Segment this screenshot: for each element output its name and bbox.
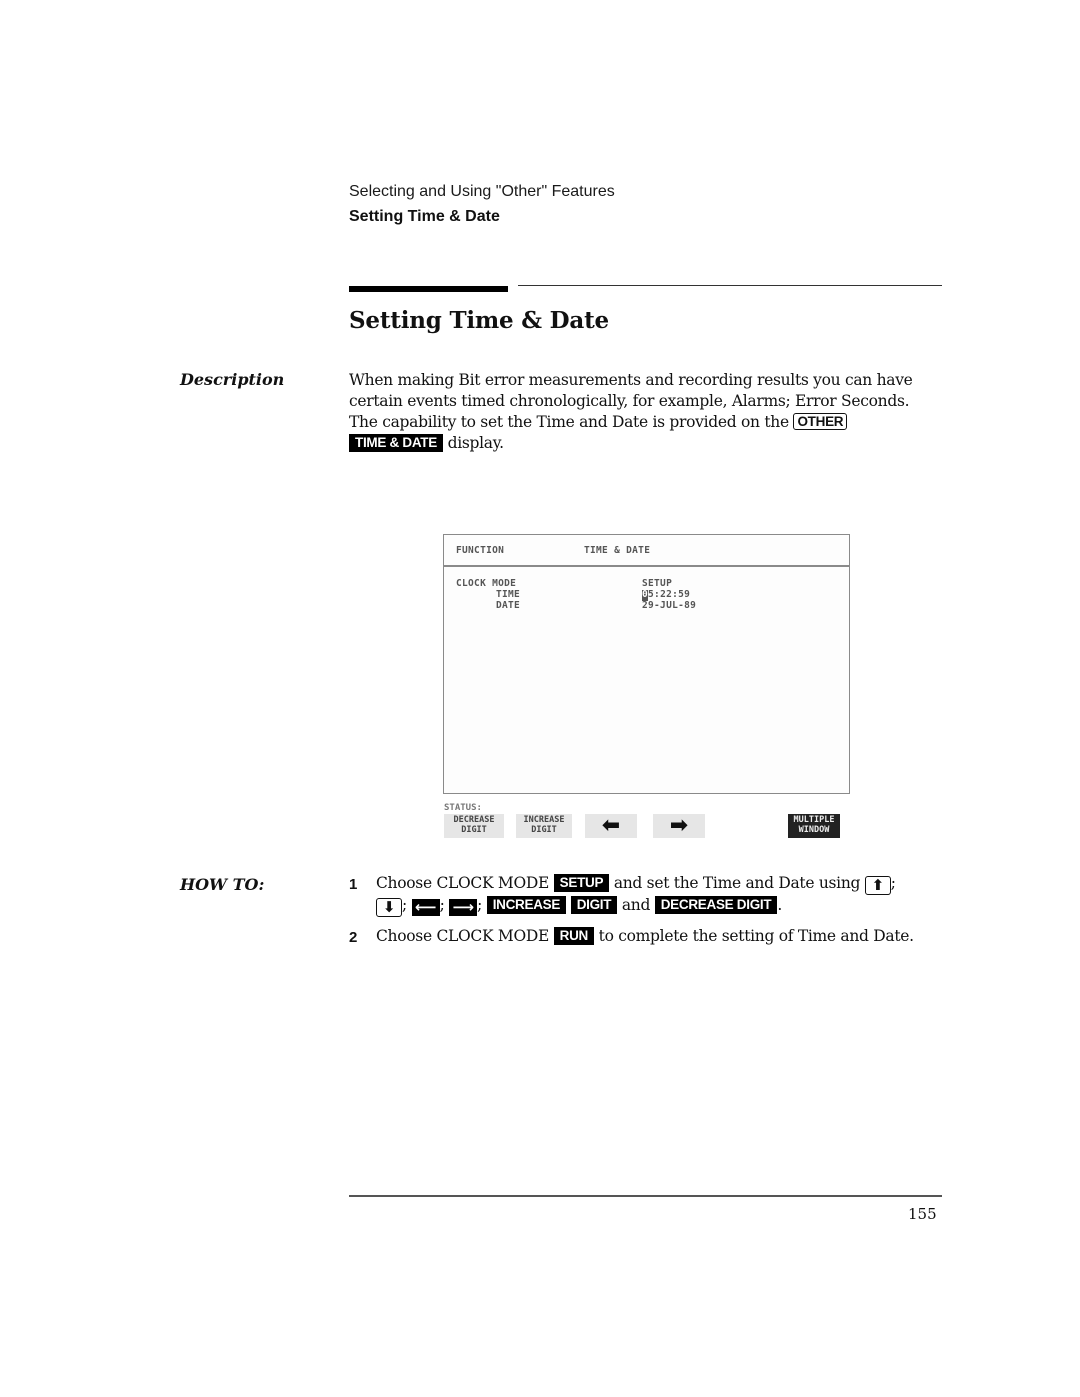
- screen-date-label: DATE: [496, 600, 521, 611]
- softkey-label: INCREASE: [523, 815, 565, 825]
- step-text: Choose CLOCK MODE: [376, 927, 550, 945]
- left-arrow-icon: ⬅: [601, 813, 621, 838]
- running-header-subsection: Setting Time & Date: [349, 208, 500, 225]
- description-text: display.: [447, 434, 504, 452]
- screen-time-label: TIME: [496, 589, 521, 600]
- softkey-label: MULTIPLE: [793, 815, 835, 825]
- description-label: Description: [180, 370, 285, 389]
- other-key: OTHER: [793, 413, 848, 430]
- screen-function-label: FUNCTION: [456, 545, 505, 556]
- page-number: 155: [908, 1205, 937, 1223]
- setup-softkey: SETUP: [553, 874, 610, 892]
- description-paragraph-1: When making Bit error measurements and r…: [349, 371, 913, 410]
- left-arrow-softkey-icon: ⟵: [411, 899, 440, 916]
- screen-function-value: TIME & DATE: [584, 545, 651, 556]
- howto-label: HOW TO:: [180, 875, 265, 894]
- screen-time-value: 05:22:59: [642, 589, 691, 601]
- softkey-label: WINDOW: [798, 825, 830, 835]
- softkey-left-arrow[interactable]: ⬅: [585, 814, 637, 838]
- softkey-label: DIGIT: [531, 825, 557, 835]
- screen-date-value: 29-JUL-89: [642, 600, 697, 611]
- softkey-multiple-window[interactable]: MULTIPLE WINDOW: [788, 814, 840, 838]
- softkey-right-arrow[interactable]: ➡: [653, 814, 705, 838]
- description-paragraph-2: The capability to set the Time and Date …: [349, 412, 949, 454]
- screen-clock-mode-value: SETUP: [642, 578, 673, 589]
- step-text: and: [621, 896, 651, 914]
- down-arrow-key-icon: ⬇: [376, 898, 402, 917]
- up-arrow-key-icon: ⬆: [864, 876, 891, 895]
- footer-rule: [349, 1195, 942, 1197]
- step-2-text: Choose CLOCK MODE RUN to complete the se…: [376, 926, 946, 947]
- page-title: Setting Time & Date: [349, 307, 609, 334]
- title-rule-thin: [518, 285, 942, 286]
- screen-header-divider: [444, 565, 849, 567]
- step-text: and set the Time and Date using: [613, 874, 861, 892]
- description-body: When making Bit error measurements and r…: [349, 370, 949, 454]
- decrease-digit-softkey: DECREASE DIGIT: [654, 896, 778, 914]
- step-text: to complete the setting of Time and Date…: [598, 927, 914, 945]
- running-header-section: Selecting and Using "Other" Features: [349, 183, 615, 200]
- screen-clock-mode-label: CLOCK MODE: [456, 578, 517, 589]
- softkey-label: DIGIT: [461, 825, 487, 835]
- softkey-decrease-digit[interactable]: DECREASE DIGIT: [444, 814, 504, 838]
- screen-status-label: STATUS:: [444, 803, 482, 813]
- right-arrow-icon: ➡: [669, 813, 689, 838]
- instrument-screen: FUNCTION TIME & DATE CLOCK MODE TIME DAT…: [443, 534, 850, 794]
- step-1-number: 1: [349, 876, 358, 893]
- right-arrow-softkey-icon: ⟶: [449, 899, 478, 916]
- screen-time-digits: 5:22:59: [648, 589, 691, 600]
- run-softkey: RUN: [553, 927, 595, 945]
- softkey-label: DECREASE: [453, 815, 495, 825]
- digit-softkey: DIGIT: [570, 896, 618, 914]
- title-rule-thick: [349, 286, 508, 292]
- time-date-softkey: TIME & DATE: [349, 434, 443, 452]
- softkey-increase-digit[interactable]: INCREASE DIGIT: [516, 814, 572, 838]
- increase-softkey: INCREASE: [486, 896, 567, 914]
- description-text: The capability to set the Time and Date …: [349, 413, 789, 431]
- step-1-text: Choose CLOCK MODE SETUP and set the Time…: [376, 874, 896, 917]
- step-text: Choose CLOCK MODE: [376, 874, 550, 892]
- step-2-number: 2: [349, 929, 358, 946]
